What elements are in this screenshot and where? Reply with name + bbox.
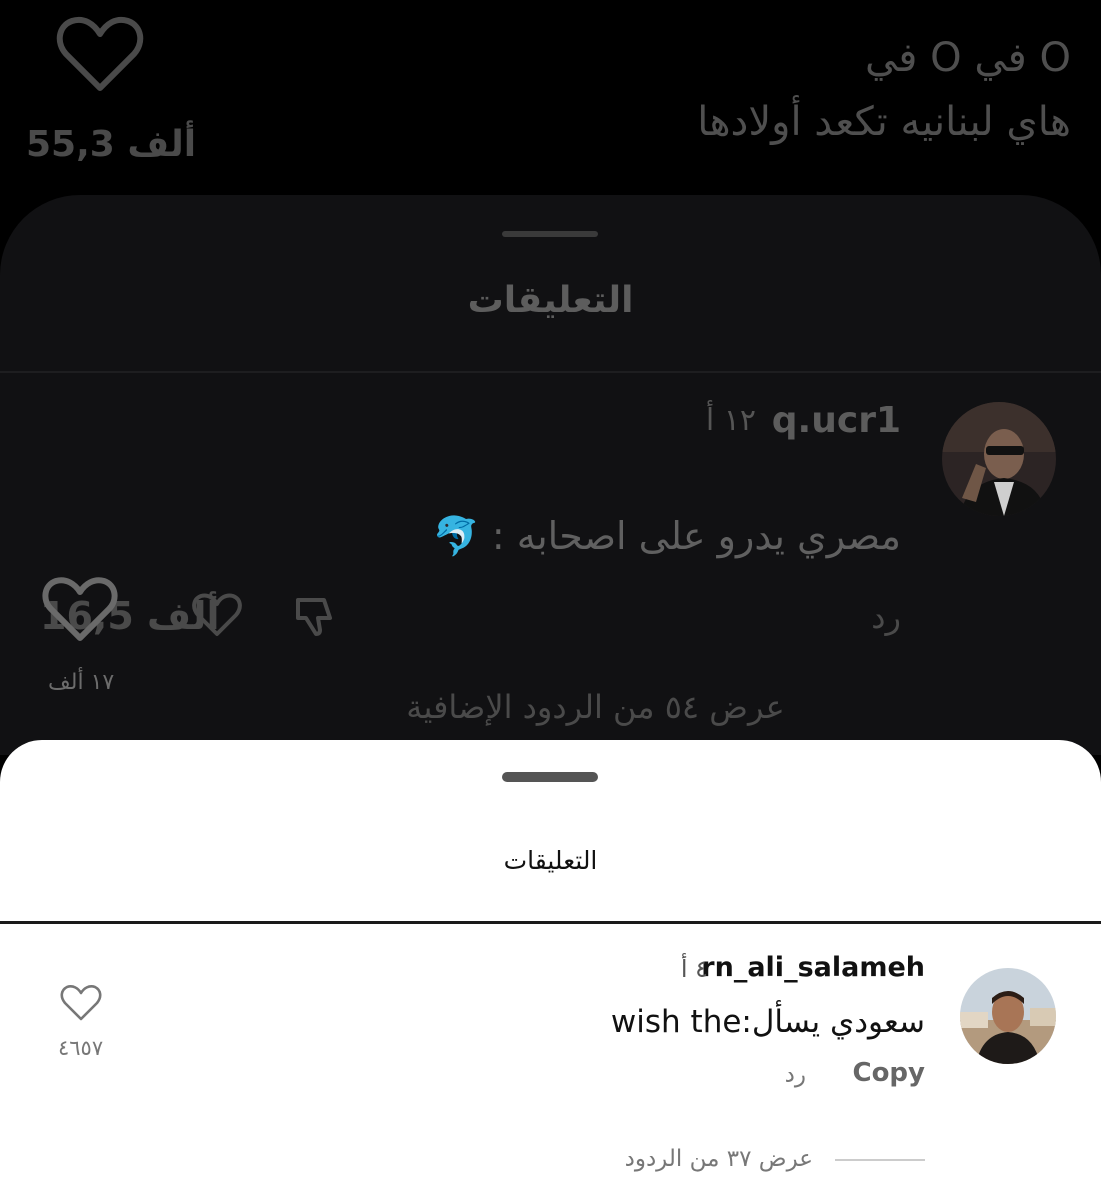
comments-title: التعليقات xyxy=(467,280,634,321)
view-replies[interactable]: عرض ٣٧ من الردود xyxy=(625,1146,813,1172)
video-caption: في O في O هاي لبنانيه تكعد أولادها xyxy=(697,26,1071,154)
thumb-down-icon[interactable] xyxy=(290,592,338,640)
divider xyxy=(0,921,1101,924)
video-caption-line1: في O في O xyxy=(864,35,1071,81)
reply-button[interactable]: رد xyxy=(871,598,901,636)
copy-button[interactable]: Copy xyxy=(852,1058,925,1088)
comments-title: التعليقات xyxy=(503,846,598,875)
divider xyxy=(0,371,1101,373)
comment-text: مصري يدرو على اصحابه : 🐬 xyxy=(432,514,901,558)
comment-text: سعودي يسأل:wish the xyxy=(610,1004,925,1040)
heart-icon[interactable] xyxy=(42,574,118,642)
video-caption-line2: هاي لبنانيه تكعد أولادها xyxy=(697,99,1071,145)
heart-icon[interactable] xyxy=(60,984,102,1022)
divider xyxy=(835,1159,925,1161)
avatar[interactable] xyxy=(960,968,1056,1064)
video-like-count: 55,3 ألف xyxy=(26,124,197,165)
white-comments-sheet xyxy=(0,740,1101,1200)
avatar[interactable] xyxy=(942,402,1056,516)
comment-username[interactable]: rn_ali_salameh xyxy=(701,952,925,983)
sheet-drag-handle[interactable] xyxy=(502,772,598,782)
reply-button[interactable]: رد xyxy=(785,1062,806,1088)
comment-like-count: ٤٦٥٧ xyxy=(58,1036,104,1060)
comment-username[interactable]: q.ucr1 xyxy=(772,400,901,441)
view-more-replies[interactable]: عرض ٥٤ من الردود الإضافية xyxy=(0,688,1101,726)
comment-timestamp: ١٢ أ xyxy=(705,403,756,438)
heart-icon[interactable] xyxy=(56,14,144,94)
sheet-drag-handle[interactable] xyxy=(502,231,598,237)
dark-comments-sheet xyxy=(0,195,1101,755)
comment-timestamp: ٤ أ xyxy=(680,955,708,983)
